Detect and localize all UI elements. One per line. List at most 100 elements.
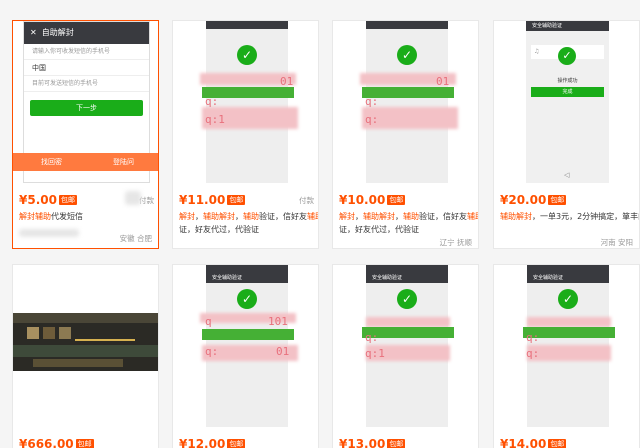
- bottom-bar: 找回密 登陆问: [13, 153, 158, 171]
- status-bar: [527, 265, 609, 273]
- phone-screenshot: ✓ q: q:1 01: [200, 21, 298, 183]
- product-image[interactable]: [13, 265, 158, 427]
- check-icon: ✓: [558, 47, 576, 65]
- q-text: 101: [268, 315, 288, 328]
- phone-header: 安全辅助验证: [527, 273, 609, 283]
- free-shipping-badge: 包邮: [75, 439, 94, 448]
- price: ¥12.00 包邮: [179, 437, 246, 448]
- price-row: ¥12.00 包邮: [179, 437, 314, 448]
- phone-input-placeholder: 请输入你可收发短信的手机号: [24, 44, 149, 60]
- price: ¥666.00 包邮: [19, 437, 94, 448]
- sales-label: 付款: [139, 196, 154, 205]
- product-image[interactable]: 安全辅助验证 ♫ ✓ 操作成功 完成 ◁: [494, 21, 639, 183]
- q-text: q:: [365, 331, 379, 344]
- green-bar: [202, 329, 294, 340]
- blurred-text: [527, 345, 611, 361]
- product-card[interactable]: ¥666.00包邮 辅助卖 承接解封！: [12, 264, 159, 448]
- q-text: q:: [365, 95, 379, 108]
- status-bar: [206, 21, 288, 29]
- price-row: ¥11.00 包邮 付款: [179, 193, 314, 209]
- q-text: q:: [205, 95, 219, 108]
- price: ¥11.00 包邮: [179, 193, 246, 207]
- price-row: ¥20.00 包邮: [500, 193, 635, 209]
- free-shipping-badge: 包邮: [548, 439, 567, 448]
- game-screenshot: [13, 313, 158, 371]
- phone-header: 安全辅助验证: [366, 273, 448, 283]
- product-title[interactable]: 辅助解封，一单3元，2分钟搞定，箪丰的来: [500, 211, 639, 223]
- price-row: ¥666.00 包邮: [19, 437, 154, 448]
- shop-name-blur: [19, 229, 79, 237]
- product-card[interactable]: ✓ q: q: 01 ¥10.00包邮 解封，辅助解封，辅助验证，信好友辅助验 …: [332, 20, 479, 249]
- check-icon: ✓: [237, 289, 257, 309]
- product-title-line2: 证，好友代过，代验证: [339, 225, 419, 234]
- product-image[interactable]: 安全辅助验证 ✓ q q: 101 01: [173, 265, 318, 427]
- product-image[interactable]: 安全辅助验证 ✓ q: q:: [494, 265, 639, 427]
- product-card[interactable]: 安全辅助验证 ✓ q: q: ¥14.00包邮 解封，辅助解封，辅助验证，信好友…: [493, 264, 640, 448]
- q-text: 01: [280, 75, 294, 88]
- price: ¥13.00 包邮: [339, 437, 406, 448]
- product-title-line2: 证，好友代过，代验证: [179, 225, 259, 234]
- q-text: q:1: [205, 113, 225, 126]
- bottom-right-label: 登陆问: [113, 158, 134, 166]
- next-button: 下一步: [30, 100, 143, 116]
- status-bar: [206, 265, 288, 273]
- check-icon: ✓: [558, 289, 578, 309]
- product-card[interactable]: 安全辅助验证 ✓ q: q:1 ¥13.00包邮 解封，辅助解封，辅助验证，信好…: [332, 264, 479, 448]
- price: ¥20.00 包邮: [500, 193, 567, 207]
- country-field: 中国: [24, 60, 149, 76]
- product-image[interactable]: ✓ q: q:1 01: [173, 21, 318, 183]
- price-row: ¥10.00 包邮: [339, 193, 474, 209]
- ok-text: 操作成功: [557, 78, 578, 84]
- q-text: q:: [365, 113, 379, 126]
- price: ¥14.00 包邮: [500, 437, 567, 448]
- check-icon: ✓: [397, 289, 417, 309]
- product-image[interactable]: ✕ 自助解封 请输入你可收发短信的手机号 中国 目前可发送短信的手机号 下一步 …: [13, 21, 158, 183]
- product-card[interactable]: ✕ 自助解封 请输入你可收发短信的手机号 中国 目前可发送短信的手机号 下一步 …: [12, 20, 159, 249]
- free-shipping-badge: 包邮: [227, 439, 246, 448]
- phone-screenshot: 安全辅助验证 ✓ q: q:1: [362, 265, 454, 427]
- product-card[interactable]: 安全辅助验证 ♫ ✓ 操作成功 完成 ◁ ¥20.00 包邮 辅助解封，一单3元，…: [493, 20, 640, 249]
- free-shipping-badge: 包邮: [548, 195, 567, 205]
- q-text: 01: [436, 75, 450, 88]
- product-card[interactable]: 安全辅助验证 ✓ q q: 101 01 ¥12.00包邮 解封，辅助解封，辅助…: [172, 264, 319, 448]
- status-bar: [366, 265, 448, 273]
- done-button: 完成: [531, 87, 604, 97]
- q-text: q:: [526, 347, 540, 360]
- q-text: q:: [205, 345, 219, 358]
- price: ¥5.00 包邮: [19, 193, 77, 207]
- product-image[interactable]: ✓ q: q: 01: [333, 21, 478, 183]
- phone-header: 安全辅助验证: [206, 273, 288, 283]
- location: 辽宁 抚顺: [439, 238, 472, 247]
- q-text: q: [205, 315, 212, 328]
- q-text: q:1: [365, 347, 385, 360]
- sales-label: 付款: [299, 196, 314, 205]
- phone-screenshot: 安全辅助验证 ✓ q q: 101 01: [200, 265, 298, 427]
- phone-screenshot: 安全辅助验证 ✓ q: q:: [523, 265, 615, 427]
- status-bar: [366, 21, 448, 29]
- price: ¥10.00 包邮: [339, 193, 406, 207]
- product-title[interactable]: 解封，辅助解封，辅助验证，信好友辅助验: [339, 211, 478, 223]
- blurred-text: [366, 317, 450, 327]
- product-image[interactable]: 安全辅助验证 ✓ q: q:1: [333, 265, 478, 427]
- free-shipping-badge: 包邮: [227, 195, 246, 205]
- product-title[interactable]: 解封辅助代发短信: [19, 211, 158, 223]
- free-shipping-badge: 包邮: [387, 195, 406, 205]
- screen-header: 安全辅助验证: [526, 21, 609, 31]
- price-row: ¥14.00 包邮: [500, 437, 635, 448]
- free-shipping-badge: 包邮: [387, 439, 406, 448]
- location: 河南 安阳: [600, 238, 633, 247]
- product-card[interactable]: ✓ q: q:1 01 ¥11.00 包邮 付款 解封，辅助解封，辅助验证，信好友…: [172, 20, 319, 249]
- check-icon: ✓: [397, 45, 417, 65]
- price-row: ¥13.00 包邮: [339, 437, 474, 448]
- phone-screenshot: 安全辅助验证 ♫ ✓ 操作成功 完成 ◁: [526, 21, 609, 183]
- q-text: q:: [526, 331, 540, 344]
- app-header: ✕ 自助解封: [24, 22, 149, 44]
- location: 安徽 合肥: [119, 234, 152, 243]
- back-icon: ◁: [564, 171, 570, 179]
- product-title[interactable]: 解封，辅助解封，辅助验证，信好友辅助验: [179, 211, 318, 223]
- check-icon: ✓: [237, 45, 257, 65]
- q-text: 01: [276, 345, 290, 358]
- phone-screenshot: ✓ q: q: 01: [360, 21, 458, 183]
- blurred-text: [527, 317, 611, 327]
- bottom-left-label: 找回密: [41, 158, 62, 166]
